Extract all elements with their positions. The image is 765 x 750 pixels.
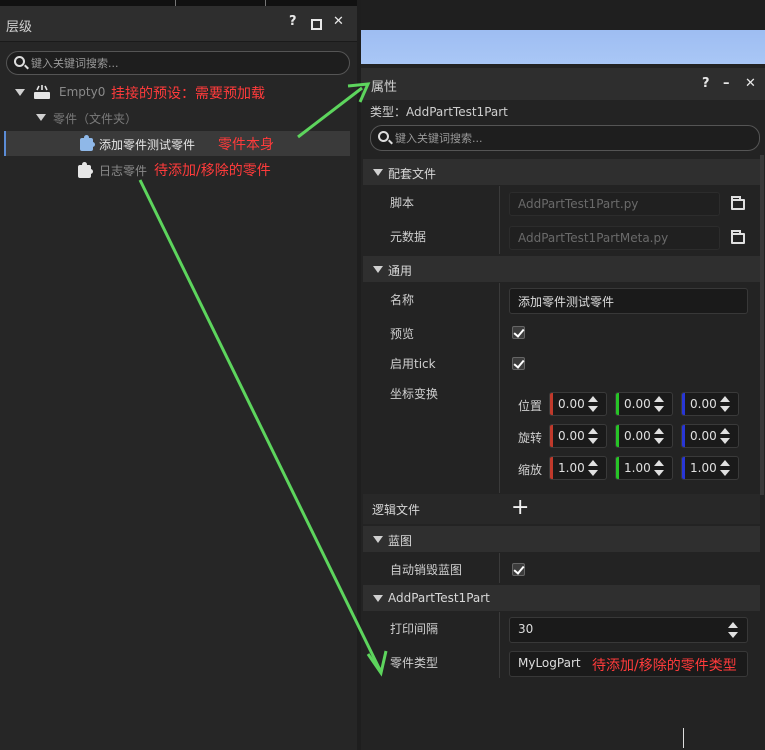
arrow-head bbox=[347, 82, 371, 103]
annotation-arrows bbox=[138, 82, 388, 677]
arrow-to-properties bbox=[297, 86, 363, 139]
arrow-to-part-type bbox=[138, 179, 382, 671]
